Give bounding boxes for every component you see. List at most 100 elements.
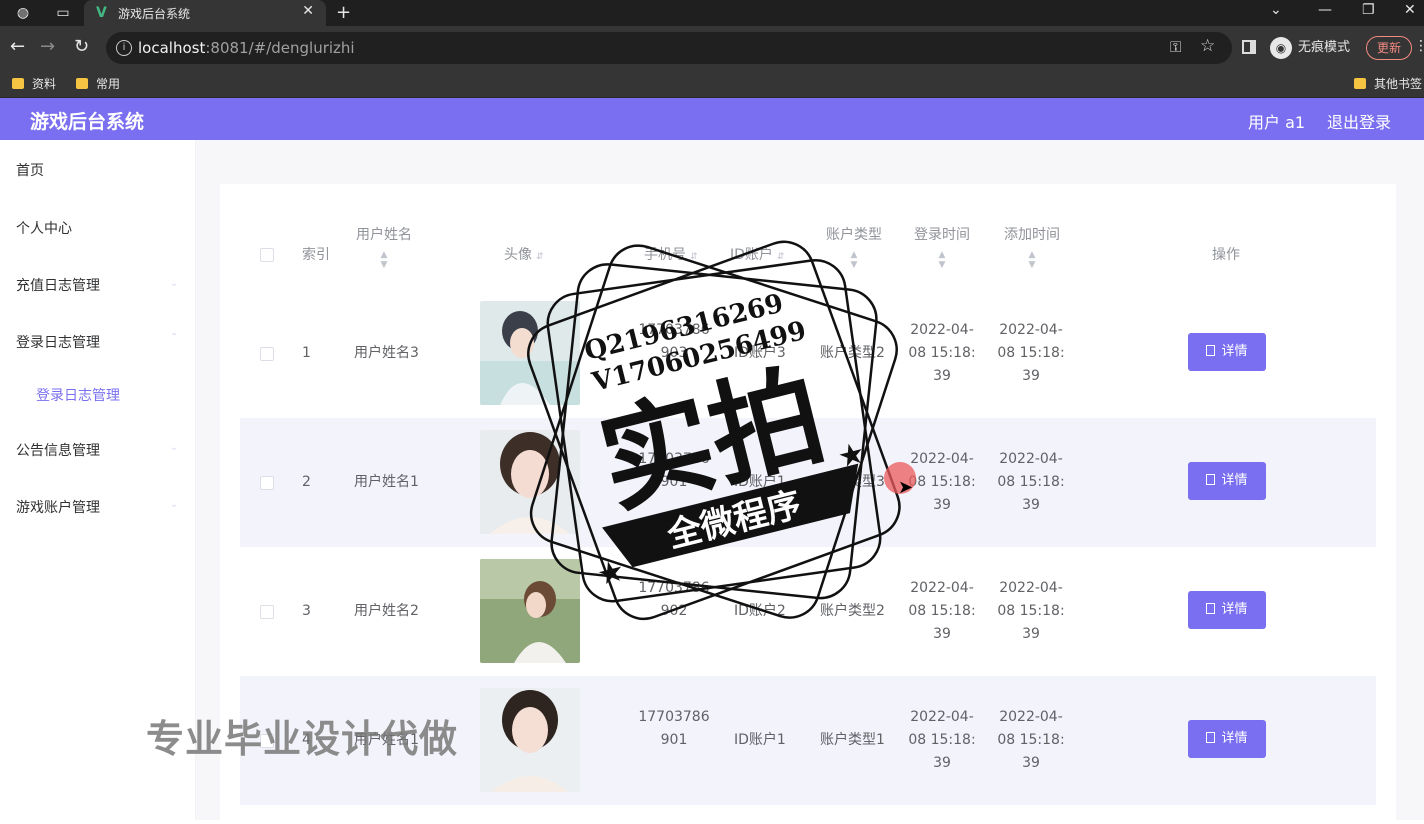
sort-icon[interactable]: ▲ ▼ [912,250,972,270]
col-name[interactable]: 用户姓名 ▲ ▼ [354,224,414,270]
bookmark-folder-1[interactable]: 资料 [12,75,56,92]
chevron-up-icon: ⌃ [170,332,179,343]
detail-button[interactable]: 详情 [1188,462,1266,500]
minimize-icon[interactable]: — [1318,2,1332,18]
col-add-time[interactable]: 添加时间 ▲ ▼ [1002,224,1062,270]
cell-phone: 17703786 903 [638,322,710,361]
back-icon[interactable]: ← [10,38,25,56]
bookmark-folder-2[interactable]: 常用 [76,75,120,92]
detail-button[interactable]: 详情 [1188,720,1266,758]
table-row[interactable]: 3 用户姓名2 17703786 902 ID账户2 账户类型2 2022-04-… [240,547,1376,676]
browser-tab-strip: ◍ ▭ V 游戏后台系统 ✕ + ⌄ — ❐ ✕ [0,0,1424,26]
browser-tab[interactable]: V 游戏后台系统 ✕ [84,0,326,26]
sort-icon[interactable]: ▲ ▼ [824,250,884,270]
avatar [480,430,580,534]
tab-title: 游戏后台系统 [118,7,191,21]
sidebar-item-home[interactable]: 首页 [16,160,44,180]
bookmark-star-icon[interactable]: ☆ [1200,36,1215,56]
cell-add-time: 2022-04- 08 15:18: 39 [997,709,1065,771]
url-bar[interactable]: i localhost:8081/#/denglurizhi ⚿ ☆ [106,32,1232,64]
cell-phone: 17703786 901 [638,451,710,490]
avatar-image [480,301,580,405]
avatar-image [480,688,580,792]
table-row[interactable]: 2 用户姓名1 17703786 901 ID账户1 账户类型3 2022-04-… [240,418,1376,547]
detail-button[interactable]: 详情 [1188,333,1266,371]
cell-add-time: 2022-04- 08 15:18: 39 [997,322,1065,384]
window-icon[interactable]: ▭ [54,4,72,22]
avatar-image [480,430,580,534]
cell-account-type: 账户类型3 [820,474,885,490]
chevron-down-icon: ⌄ [170,442,179,453]
col-phone[interactable]: 手机号 ⇵ [644,244,698,264]
select-all-checkbox[interactable] [260,248,274,262]
avatar [480,688,580,792]
close-tab-icon[interactable]: ✕ [302,3,314,19]
folder-icon [12,78,24,89]
row-checkbox[interactable] [260,347,274,361]
cell-login-time: 2022-04- 08 15:18: 39 [908,709,976,771]
avatar [480,559,580,663]
sidebar-item-game-account[interactable]: 游戏账户管理 [16,497,100,517]
cell-index: 1 [302,345,311,361]
table-header: 索引 用户姓名 ▲ ▼ 头像 ⇵ 手机号 ⇵ ID账户 ⇵ 账户类型 ▲ ▼ 登录时间 ▲ ▼ 添… [240,208,1376,274]
table-row[interactable]: 4 用户姓名1 17703786 901 ID账户1 账户类型1 2022-04-… [240,676,1376,805]
cell-add-time: 2022-04- 08 15:18: 39 [997,451,1065,513]
side-panel-icon[interactable] [1242,40,1256,54]
key-icon[interactable]: ⚿ [1170,38,1181,56]
vue-logo-icon: V [96,5,107,21]
cell-add-time: 2022-04- 08 15:18: 39 [997,580,1065,642]
cell-account-type: 账户类型2 [820,345,885,361]
col-account-type[interactable]: 账户类型 ▲ ▼ [824,224,884,270]
sort-icon[interactable]: ▲ ▼ [1002,250,1062,270]
sort-icon[interactable]: ▲ ▼ [354,250,414,270]
menu-more-icon[interactable]: ⋮ [1414,38,1424,54]
document-icon [1206,732,1216,743]
cell-name: 用户姓名3 [354,345,419,361]
sidebar-item-recharge-log[interactable]: 充值日志管理 [16,275,100,295]
logout-link[interactable]: 退出登录 [1327,109,1391,133]
globe-icon[interactable]: ◍ [14,4,32,22]
sort-icon[interactable]: ⇵ [777,252,785,262]
row-checkbox[interactable] [260,476,274,490]
col-index[interactable]: 索引 [302,244,330,264]
col-login-time[interactable]: 登录时间 ▲ ▼ [912,224,972,270]
cell-name: 用户姓名2 [354,603,419,619]
sidebar-menu: 首页 个人中心 充值日志管理 ⌄ 登录日志管理 ⌃ 登录日志管理 公告信息管理 … [0,140,196,820]
other-bookmarks[interactable]: 其他书签 [1354,75,1422,92]
sort-icon[interactable]: ⇵ [690,252,698,262]
chevron-down-icon: ⌄ [170,499,179,510]
sidebar-item-login-log[interactable]: 登录日志管理 [16,332,100,352]
app-title: 游戏后台系统 [30,111,145,133]
col-account-id[interactable]: ID账户 ⇵ [730,244,784,264]
new-tab-icon[interactable]: + [336,2,351,23]
cell-login-time: 2022-04- 08 15:18: 39 [908,322,976,384]
update-button[interactable]: 更新 [1366,36,1412,60]
cell-account-id: ID账户1 [734,474,786,490]
sort-icon[interactable]: ⇵ [536,252,544,262]
restore-icon[interactable]: ❐ [1362,2,1375,18]
document-icon [1206,603,1216,614]
reload-icon[interactable]: ↻ [74,38,89,56]
cell-login-time: 2022-04- 08 15:18: 39 [908,580,976,642]
detail-button[interactable]: 详情 [1188,591,1266,629]
table-row[interactable]: 1 用户姓名3 17703786 903 ID账户3 账户类型2 2022-04-… [240,289,1376,418]
avatar [480,301,580,405]
row-checkbox[interactable] [260,605,274,619]
forward-icon[interactable]: → [40,38,55,56]
address-toolbar: ← → ↻ i localhost:8081/#/denglurizhi ⚿ ☆… [0,26,1424,70]
incognito-icon: ◉ [1270,36,1292,59]
document-icon [1206,474,1216,485]
current-user: 用户 a1 [1248,113,1306,132]
sidebar-item-announcement[interactable]: 公告信息管理 [16,440,100,460]
tab-search-chevron-icon[interactable]: ⌄ [1270,2,1282,18]
table-card: 索引 用户姓名 ▲ ▼ 头像 ⇵ 手机号 ⇵ ID账户 ⇵ 账户类型 ▲ ▼ 登录时间 ▲ ▼ 添… [220,184,1396,824]
col-avatar[interactable]: 头像 ⇵ [504,244,544,264]
sidebar-item-profile[interactable]: 个人中心 [16,218,72,238]
document-icon [1206,345,1216,356]
row-checkbox[interactable] [260,734,274,748]
cell-account-id: ID账户2 [734,603,786,619]
sidebar-subitem-login-log[interactable]: 登录日志管理 [36,385,120,405]
incognito-indicator[interactable]: ◉ 无痕模式 [1270,36,1350,59]
close-window-icon[interactable]: ✕ [1404,2,1416,18]
site-info-icon[interactable]: i [116,40,132,56]
